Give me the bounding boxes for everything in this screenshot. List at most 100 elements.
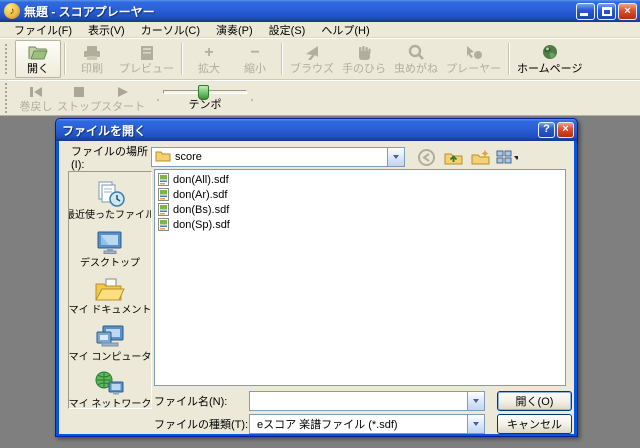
dialog-body: ファイルの場所(I): score [59, 141, 574, 434]
close-icon: × [624, 5, 630, 17]
start-button[interactable]: スタート [101, 83, 145, 113]
location-combobox[interactable]: score [151, 147, 405, 167]
toolbar-browse-label: ブラウズ [290, 64, 334, 75]
rewind-icon [28, 83, 44, 100]
zoom-in-plus-icon: + [204, 44, 213, 62]
place-my-documents[interactable]: マイ ドキュメント [69, 277, 151, 316]
toolbar-zoom-in-button[interactable]: + 拡大 [186, 40, 232, 78]
open-file-dialog: ファイルを開く ? × ファイルの場所(I): score [55, 118, 578, 437]
filename-combobox[interactable] [249, 391, 485, 411]
chevron-down-icon [393, 155, 399, 159]
chevron-down-icon [473, 399, 479, 403]
dialog-help-button[interactable]: ? [538, 122, 555, 138]
filename-label: ファイル名(N): [154, 393, 249, 409]
my-documents-icon [94, 277, 126, 303]
menu-view[interactable]: 表示(V) [80, 21, 133, 39]
zoom-out-minus-icon: − [250, 44, 259, 62]
menu-play[interactable]: 演奏(P) [208, 21, 261, 39]
sdf-file-icon [158, 203, 169, 216]
filename-row: ファイル名(N): [154, 391, 485, 411]
filetype-combobox[interactable]: eスコア 楽譜ファイル (*.sdf) [249, 414, 485, 434]
file-list[interactable]: don(All).sdf don(Ar).sdf don(Bs).sdf don… [154, 169, 566, 386]
tempo-slider-thumb[interactable] [198, 85, 209, 100]
toolbar-zoom-in-label: 拡大 [198, 64, 220, 75]
toolbar-zoom-out-button[interactable]: − 縮小 [232, 40, 278, 78]
filetype-label: ファイルの種類(T): [154, 416, 249, 432]
place-desktop[interactable]: デスクトップ [69, 229, 151, 269]
place-label: マイ ネットワーク [69, 399, 152, 409]
toolbar-player-label: プレーヤー [446, 64, 501, 75]
printer-icon [82, 44, 102, 62]
music-note-icon: ♪ [10, 6, 15, 17]
stop-icon [73, 83, 85, 100]
cancel-button[interactable]: キャンセル [497, 414, 572, 434]
tempo-slider-track[interactable] [163, 90, 247, 94]
recent-files-icon [94, 180, 126, 208]
file-item[interactable]: don(Bs).sdf [158, 202, 562, 217]
start-label: スタート [101, 102, 145, 113]
dialog-nav-buttons [415, 147, 518, 167]
help-icon: ? [543, 123, 550, 135]
place-label: デスクトップ [80, 258, 140, 269]
toolbar-separator [181, 43, 183, 75]
toolbar-hand-button[interactable]: 手のひら [338, 40, 390, 78]
views-menu-icon [496, 149, 518, 166]
menu-help[interactable]: ヘルプ(H) [313, 21, 377, 39]
filetype-dropdown-button[interactable] [467, 415, 484, 433]
toolbar-homepage-button[interactable]: ホームページ [513, 40, 586, 78]
toolbar-player-button[interactable]: プレーヤー [442, 40, 505, 78]
menu-file[interactable]: ファイル(F) [6, 21, 80, 39]
playback-toolbar: 巻戻し ストップ スタート ' テンポ ' [0, 80, 640, 116]
dialog-title: ファイルを開く [62, 122, 536, 139]
file-item[interactable]: don(All).sdf [158, 172, 562, 187]
open-button[interactable]: 開く(O) [497, 391, 572, 411]
toolbar-open-button[interactable]: 開く [15, 40, 61, 78]
toolbar-hand-label: 手のひら [342, 64, 386, 75]
file-name: don(Ar).sdf [173, 189, 227, 201]
dialog-close-button[interactable]: × [557, 122, 574, 138]
location-dropdown-button[interactable] [387, 148, 404, 166]
open-folder-icon [27, 44, 49, 62]
dialog-titlebar: ファイルを開く ? × [56, 119, 577, 141]
sdf-file-icon [158, 218, 169, 231]
back-button[interactable] [415, 147, 437, 167]
toolbar-print-button[interactable]: 印刷 [69, 40, 115, 78]
menu-cursor[interactable]: カーソル(C) [133, 21, 208, 39]
browse-cursor-icon [303, 44, 321, 62]
minimize-icon [580, 13, 588, 16]
place-my-computer[interactable]: マイ コンピュータ [69, 324, 151, 363]
app-window: ♪ 無題 - スコアプレーヤー × ファイル(F) 表示(V) カーソル(C) … [0, 0, 640, 448]
new-folder-button[interactable] [469, 147, 491, 167]
chevron-down-icon [473, 422, 479, 426]
toolbar-gripper[interactable] [5, 83, 10, 113]
file-name: don(Bs).sdf [173, 204, 229, 216]
folder-icon [155, 150, 171, 165]
up-one-level-button[interactable] [442, 147, 464, 167]
toolbar-separator [281, 43, 283, 75]
place-recent-files[interactable]: 最近使ったファイル [69, 180, 151, 221]
filename-dropdown-button[interactable] [467, 392, 484, 410]
location-label: ファイルの場所(I): [71, 143, 151, 171]
toolbar-preview-button[interactable]: プレビュー [115, 40, 178, 78]
toolbar-gripper[interactable] [5, 44, 10, 74]
up-folder-icon [444, 149, 463, 166]
maximize-button[interactable] [597, 3, 616, 20]
stop-button[interactable]: ストップ [57, 83, 101, 113]
back-icon [417, 148, 436, 167]
rewind-button[interactable]: 巻戻し [15, 83, 57, 113]
file-item[interactable]: don(Ar).sdf [158, 187, 562, 202]
toolbar-print-label: 印刷 [81, 64, 103, 75]
toolbar-browse-button[interactable]: ブラウズ [286, 40, 338, 78]
place-my-network[interactable]: マイ ネットワーク [69, 371, 151, 409]
menu-settings[interactable]: 設定(S) [261, 21, 314, 39]
views-button[interactable] [496, 147, 518, 167]
place-label: マイ コンピュータ [69, 352, 152, 363]
filetype-row: ファイルの種類(T): eスコア 楽譜ファイル (*.sdf) [154, 414, 485, 434]
close-button[interactable]: × [618, 3, 637, 20]
place-label: 最近使ったファイル [68, 210, 152, 221]
play-icon [117, 83, 129, 100]
toolbar-magnifier-button[interactable]: 虫めがね [390, 40, 442, 78]
file-item[interactable]: don(Sp).sdf [158, 217, 562, 232]
sdf-file-icon [158, 173, 169, 186]
minimize-button[interactable] [576, 3, 595, 20]
